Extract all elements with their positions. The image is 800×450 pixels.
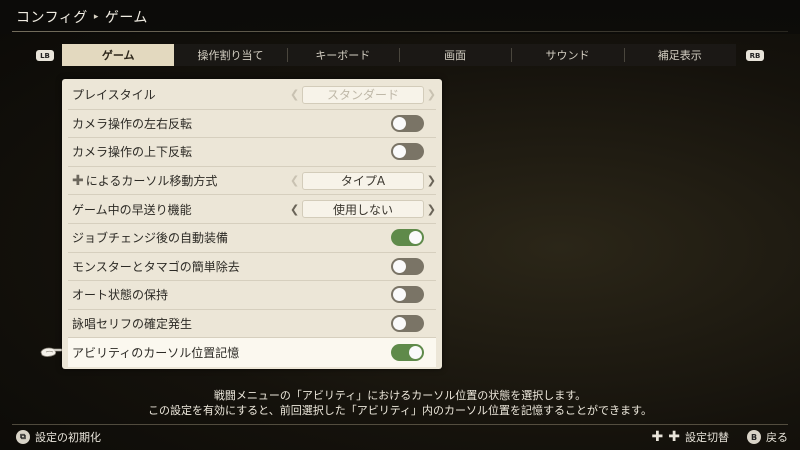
monster-egg-toggle[interactable] [391, 257, 424, 275]
setting-row-play-style[interactable]: プレイスタイル ❮ スタンダード ❯ [68, 81, 436, 110]
setting-label-text: によるカーソル移動方式 [85, 174, 218, 189]
footer-controls: ✚ ✚ 設定切替 B 戻る [652, 429, 788, 445]
chevron-left-icon[interactable]: ❮ [290, 88, 299, 101]
tab-controls[interactable]: 操作割り当て [174, 44, 286, 66]
fast-forward-selector[interactable]: ❮ 使用しない ❯ [290, 200, 436, 219]
b-button-icon: B [747, 430, 761, 444]
setting-row-auto-state[interactable]: オート状態の保持 [68, 281, 436, 310]
selector-value: スタンダード [302, 85, 424, 104]
chant-line-toggle[interactable] [391, 315, 424, 333]
setting-row-ability-cursor[interactable]: アビリティのカーソル位置記憶 [68, 338, 436, 367]
toggle-knob [409, 346, 422, 360]
setting-label: プレイスタイル [72, 88, 156, 103]
breadcrumb-root[interactable]: コンフィグ [16, 7, 88, 27]
tab-bar: LB ゲーム 操作割り当て キーボード 画面 サウンド 補足表示 RB [36, 44, 766, 66]
ability-cursor-toggle[interactable] [391, 344, 424, 362]
dpad-up-down-icon: ✚ [668, 429, 680, 445]
breadcrumb-current: ゲーム [104, 10, 148, 26]
camera-vertical-toggle[interactable] [391, 143, 424, 161]
description-line-1: 戦闘メニューの「アビリティ」におけるカーソル位置の状態を選択します。 [213, 389, 587, 402]
chevron-right-icon[interactable]: ❯ [427, 203, 436, 216]
tab-sound[interactable]: サウンド [511, 44, 623, 66]
dpad-icon: ✚ [72, 172, 84, 189]
setting-label: 詠唱セリフの確定発生 [72, 317, 193, 332]
breadcrumb: コンフィグ ▸ ゲーム [16, 7, 148, 27]
tabs: ゲーム 操作割り当て キーボード 画面 サウンド 補足表示 [62, 44, 736, 66]
switch-setting-label[interactable]: 設定切替 [685, 429, 729, 445]
chevron-right-icon[interactable]: ❯ [427, 88, 436, 101]
toggle-knob [409, 231, 422, 245]
pointing-hand-cursor-icon [40, 347, 62, 357]
chevron-left-icon[interactable]: ❮ [290, 174, 299, 187]
description-line-2: この設定を有効にすると、前回選択した「アビリティ」内のカーソル位置を記憶すること… [148, 404, 652, 417]
chevron-right-icon[interactable]: ❯ [427, 174, 436, 187]
dpad-left-right-icon: ✚ [651, 429, 664, 445]
reset-settings-label: 設定の初期化 [35, 431, 101, 444]
breadcrumb-separator-icon: ▸ [93, 12, 99, 22]
camera-horizontal-toggle[interactable] [391, 114, 424, 132]
rb-button-icon[interactable]: RB [746, 50, 764, 61]
auto-state-toggle[interactable] [391, 286, 424, 304]
setting-row-camera-vertical[interactable]: カメラ操作の上下反転 [68, 138, 436, 167]
play-style-selector[interactable]: ❮ スタンダード ❯ [290, 85, 436, 104]
selector-value: 使用しない [302, 200, 424, 219]
selector-value: タイプA [302, 171, 424, 190]
toggle-knob [393, 259, 406, 273]
tab-game[interactable]: ゲーム [62, 44, 175, 66]
setting-label: モンスターとタマゴの簡単除去 [72, 259, 240, 274]
top-divider [12, 31, 788, 32]
setting-label: アビリティのカーソル位置記憶 [72, 346, 240, 361]
toggle-knob [393, 317, 406, 331]
toggle-knob [393, 116, 406, 130]
back-label[interactable]: 戻る [766, 429, 788, 445]
setting-label: ✚ によるカーソル移動方式 [72, 172, 217, 189]
setting-row-fast-forward[interactable]: ゲーム中の早送り機能 ❮ 使用しない ❯ [68, 195, 436, 224]
setting-label: カメラ操作の上下反転 [72, 145, 193, 160]
setting-label: ジョブチェンジ後の自動装備 [72, 231, 229, 246]
settings-panel: プレイスタイル ❮ スタンダード ❯ カメラ操作の左右反転 カメラ操作の上下反転… [62, 79, 442, 369]
setting-row-monster-egg[interactable]: モンスターとタマゴの簡単除去 [68, 253, 436, 282]
view-button-icon: ⧉ [16, 430, 30, 444]
tab-display[interactable]: 画面 [398, 44, 511, 66]
setting-row-cursor-method[interactable]: ✚ によるカーソル移動方式 ❮ タイプA ❯ [68, 167, 436, 196]
lb-button-icon[interactable]: LB [36, 50, 54, 61]
toggle-knob [393, 145, 406, 159]
setting-row-chant-line[interactable]: 詠唱セリフの確定発生 [68, 310, 436, 339]
tab-keyboard[interactable]: キーボード [286, 44, 399, 66]
setting-label: ゲーム中の早送り機能 [72, 202, 192, 217]
setting-label: オート状態の保持 [72, 288, 169, 303]
cursor-method-selector[interactable]: ❮ タイプA ❯ [290, 171, 436, 190]
reset-settings-button[interactable]: ⧉ 設定の初期化 [16, 429, 101, 445]
tab-supplementary[interactable]: 補足表示 [623, 44, 736, 66]
toggle-knob [393, 288, 406, 302]
setting-row-camera-horizontal[interactable]: カメラ操作の左右反転 [68, 110, 436, 139]
chevron-left-icon[interactable]: ❮ [290, 203, 299, 216]
setting-row-auto-equip[interactable]: ジョブチェンジ後の自動装備 [68, 224, 436, 253]
bottom-divider [12, 424, 788, 425]
auto-equip-toggle[interactable] [391, 229, 424, 247]
setting-description: 戦闘メニューの「アビリティ」におけるカーソル位置の状態を選択します。 この設定を… [0, 388, 800, 418]
setting-label: カメラ操作の左右反転 [72, 116, 193, 131]
